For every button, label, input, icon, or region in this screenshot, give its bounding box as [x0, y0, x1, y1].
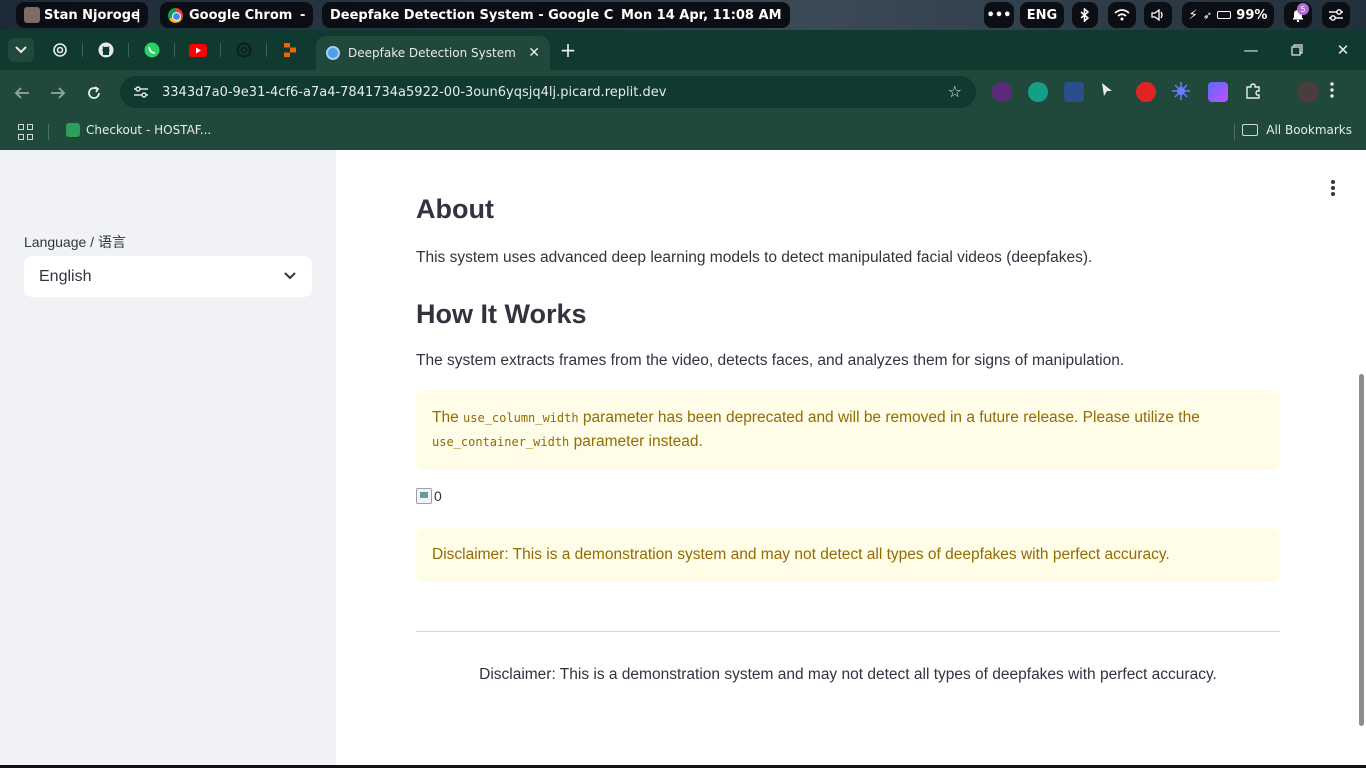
apps-grid-icon[interactable]	[18, 124, 34, 140]
chatgpt-icon	[236, 42, 252, 58]
clock[interactable]: Mon 14 Apr, 11:08 AM	[613, 2, 790, 28]
battery-status[interactable]: ⚡ ➶ 99%	[1182, 2, 1274, 28]
more-icon[interactable]: •••	[984, 2, 1014, 28]
chevron-down-icon	[284, 272, 296, 280]
new-tab-button[interactable]: +	[555, 38, 581, 62]
pinned-tab-chatgpt[interactable]	[231, 38, 257, 62]
pinned-tab-youtube[interactable]	[185, 38, 211, 62]
pinned-tab-whatsapp[interactable]	[139, 38, 165, 62]
active-app-name: Google Chrome	[189, 7, 302, 23]
language-select[interactable]: English	[24, 256, 312, 297]
tab-deepfake-detection[interactable]: Deepfake Detection System ✕	[316, 36, 550, 70]
user-name: Stan Njoroge	[44, 7, 140, 23]
os-separator: |	[136, 7, 141, 23]
image-alt-text: 0	[434, 488, 442, 504]
address-bar[interactable]: 3343d7a0-9e31-4cf6-a7a4-7841734a5922-00-…	[120, 76, 976, 108]
folder-icon	[1242, 124, 1259, 136]
active-app[interactable]: Google Chrome	[160, 2, 310, 28]
footer-disclaimer: Disclaimer: This is a demonstration syst…	[479, 666, 1217, 683]
close-tab-icon[interactable]: ✕	[528, 45, 540, 61]
bookmark-star-icon[interactable]: ☆	[948, 82, 962, 101]
hostaf-favicon-icon	[66, 123, 80, 137]
whatsapp-icon	[144, 42, 160, 58]
battery-percent: 99%	[1236, 7, 1268, 23]
chrome-icon	[168, 7, 183, 23]
wifi-icon[interactable]	[1108, 2, 1136, 28]
charging-icon: ⚡	[1188, 7, 1198, 23]
site-info-icon[interactable]	[132, 83, 150, 101]
how-it-works-text: The system extracts frames from the vide…	[416, 352, 1125, 369]
gradient-extension-icon[interactable]	[1208, 82, 1228, 102]
youtube-icon	[189, 43, 207, 57]
footer-divider	[416, 631, 1280, 632]
keyboard-language[interactable]: ENG	[1020, 2, 1064, 28]
bookmarks-bar: Checkout - HOSTAF... All Bookmarks	[0, 114, 1366, 150]
cursor-extension-icon[interactable]	[1100, 82, 1120, 102]
openai-icon	[53, 43, 67, 57]
forward-arrow-icon	[51, 87, 66, 99]
os-taskbar: Stan Njoroge | Google Chrome - Deepfake …	[0, 0, 1366, 30]
user-menu[interactable]: Stan Njoroge	[16, 2, 148, 28]
app-sidebar: Language / 语言 English	[0, 150, 336, 768]
about-heading: About	[416, 194, 494, 224]
notebook-extension-icon[interactable]	[1064, 82, 1084, 102]
back-arrow-icon	[14, 87, 29, 99]
broken-image-icon	[416, 488, 432, 504]
user-avatar	[24, 7, 40, 23]
bookmark-checkout-hostaf[interactable]: Checkout - HOSTAF...	[66, 123, 211, 137]
adblock-extension-icon[interactable]	[1136, 82, 1156, 102]
app-menu-icon[interactable]	[1330, 180, 1336, 196]
notification-count-badge: 5	[1297, 3, 1309, 15]
forward-button[interactable]	[46, 81, 70, 105]
language-selected-value: English	[39, 267, 92, 285]
code-use-column-width: use_column_width	[463, 411, 579, 425]
pinned-tab-github[interactable]	[93, 38, 119, 62]
deprecation-warning: The use_column_width parameter has been …	[416, 390, 1280, 470]
url-text: 3343d7a0-9e31-4cf6-a7a4-7841734a5922-00-…	[162, 84, 667, 100]
eye-extension-icon[interactable]	[992, 82, 1012, 102]
tab-strip: Deepfake Detection System ✕ +	[0, 30, 1366, 70]
browser-toolbar: 3343d7a0-9e31-4cf6-a7a4-7841734a5922-00-…	[0, 70, 1366, 114]
tab-search-button[interactable]	[8, 38, 34, 62]
page-scrollbar[interactable]	[1359, 374, 1364, 726]
restore-button[interactable]	[1274, 30, 1320, 70]
disclaimer-alert: Disclaimer: This is a demonstration syst…	[416, 528, 1280, 582]
os-dash: -	[292, 2, 314, 28]
bluetooth-icon[interactable]	[1072, 2, 1098, 28]
about-text: This system uses advanced deep learning …	[416, 249, 1093, 266]
profile-avatar[interactable]	[1297, 81, 1319, 103]
reload-button[interactable]	[82, 81, 106, 105]
github-icon	[98, 42, 114, 58]
pinned-tab-replit[interactable]	[277, 38, 303, 62]
minimize-button[interactable]: —	[1228, 30, 1274, 70]
chrome-menu-icon[interactable]	[1330, 82, 1350, 102]
how-it-works-heading: How It Works	[416, 299, 587, 329]
tab-title: Deepfake Detection System	[348, 46, 516, 60]
quick-settings-icon[interactable]	[1322, 2, 1350, 28]
language-label: Language / 语言	[24, 234, 126, 250]
extensions-puzzle-icon[interactable]	[1244, 82, 1264, 102]
restore-icon	[1291, 44, 1303, 56]
broken-image: 0	[416, 488, 1280, 504]
pinned-tab-openai[interactable]	[47, 38, 73, 62]
sparkle-extension-icon[interactable]	[1172, 82, 1192, 102]
leaf-icon: ➶	[1202, 8, 1213, 22]
battery-icon	[1217, 11, 1232, 19]
code-use-container-width: use_container_width	[432, 435, 570, 449]
back-button[interactable]	[10, 81, 34, 105]
main-content: About This system uses advanced deep lea…	[336, 150, 1366, 768]
replit-icon	[284, 43, 296, 57]
reload-icon	[88, 86, 100, 99]
all-bookmarks-button[interactable]: All Bookmarks	[1242, 123, 1352, 137]
close-window-button[interactable]: ✕	[1320, 30, 1366, 70]
grammarly-extension-icon[interactable]	[1028, 82, 1048, 102]
tab-favicon-icon	[326, 46, 340, 60]
volume-icon[interactable]	[1144, 2, 1172, 28]
